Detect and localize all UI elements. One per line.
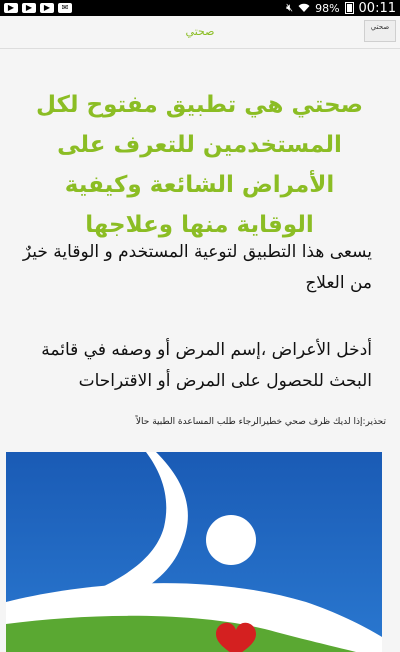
system-icons: 🔇︎ 98% 00:11: [286, 1, 400, 16]
app-title: صحتي: [185, 25, 215, 38]
status-bar: ▶ ▶ ▶ ✉ 🔇︎ 98% 00:11: [0, 0, 400, 16]
youtube-notification-icon: ▶: [40, 3, 54, 13]
intro-paragraph: يسعى هذا التطبيق لتوعية المستخدم و الوقا…: [22, 242, 372, 293]
clock: 00:11: [358, 0, 396, 16]
email-notification-icon: ✉: [58, 3, 72, 13]
wifi-icon: [298, 3, 310, 12]
medical-warning: تحذير:إذا لديك ظرف صحي خطيرالرجاء طلب ال…: [135, 417, 386, 427]
youtube-notification-icon: ▶: [4, 3, 18, 13]
youtube-notification-icon: ▶: [22, 3, 36, 13]
notification-icons: ▶ ▶ ▶ ✉: [0, 3, 72, 13]
search-instructions: أدخل الأعراض ،إسم المرض أو وصفه في قائمة…: [41, 340, 372, 391]
mute-icon: 🔇︎: [286, 1, 294, 14]
app-corner-button[interactable]: صحتي: [364, 20, 396, 42]
main-content: صحتي هي تطبيق مفتوح لكل المستخدمين للتعر…: [0, 49, 400, 652]
battery-icon: [344, 2, 354, 14]
app-logo-graphic: [6, 452, 382, 652]
app-logo-image: [6, 452, 382, 652]
app-bar: صحتي صحتي: [0, 16, 400, 49]
battery-percentage: 98%: [315, 1, 340, 15]
intro-headline: صحتي هي تطبيق مفتوح لكل المستخدمين للتعر…: [36, 92, 363, 238]
